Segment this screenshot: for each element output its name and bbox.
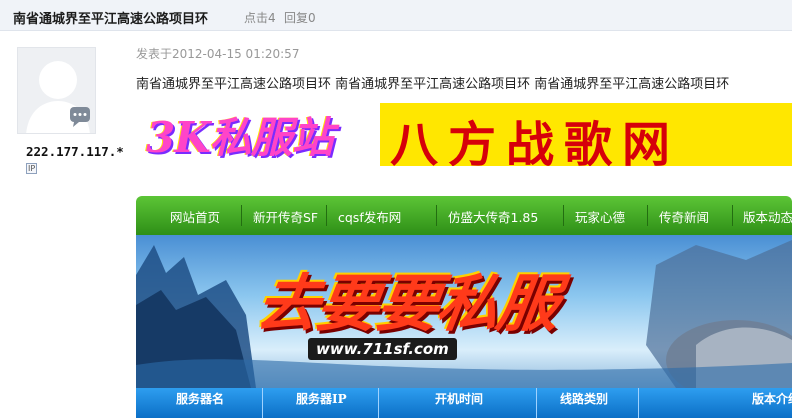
nav-divider	[732, 205, 733, 226]
nav-item-player-notes[interactable]: 玩家心德	[575, 207, 625, 226]
nav-divider	[326, 205, 327, 226]
nav-item-replica[interactable]: 仿盛大传奇1.85	[448, 207, 538, 226]
ad-banner-left[interactable]: 3K私服站	[136, 103, 380, 166]
column-divider	[262, 388, 263, 418]
column-header-line-type: 线路类别	[560, 392, 609, 406]
default-user-icon	[26, 61, 90, 133]
author-name[interactable]: 222.177.117.*	[26, 144, 124, 159]
column-divider	[378, 388, 379, 418]
ip-badge: IP	[26, 163, 38, 174]
click-count: 点击4	[244, 11, 276, 25]
nav-divider	[436, 205, 437, 226]
thread-header: 南省通城界至平江高速公路项目环 点击4 回复0	[0, 0, 792, 31]
hero-banner[interactable]: 去要要私服 www.711sf.com	[136, 235, 792, 388]
nav-item-versions[interactable]: 版本动态	[743, 207, 792, 226]
ad-logo-text: 3K私服站	[146, 113, 334, 162]
column-header-version: 版本介绍	[752, 392, 792, 406]
server-table-header: 服务器名 服务器IP 开机时间 线路类别 版本介绍	[136, 388, 792, 418]
site-nav: 网站首页 新开传奇SF cqsf发布网 仿盛大传奇1.85 玩家心德 传奇新闻 …	[136, 196, 792, 235]
nav-divider	[647, 205, 648, 226]
thread-title[interactable]: 南省通城界至平江高速公路项目环	[13, 8, 208, 27]
nav-item-home[interactable]: 网站首页	[170, 207, 220, 226]
nav-divider	[241, 205, 242, 226]
post-time: 发表于2012-04-15 01:20:57	[136, 47, 300, 61]
post-content: 南省通城界至平江高速公路项目环 南省通城界至平江高速公路项目环 南省通城界至平江…	[136, 77, 730, 92]
column-header-open-time: 开机时间	[435, 392, 484, 406]
column-header-server-ip: 服务器IP	[296, 392, 347, 406]
reply-count: 回复0	[284, 11, 316, 25]
nav-item-new-sf[interactable]: 新开传奇SF	[253, 207, 318, 226]
hero-url[interactable]: www.711sf.com	[308, 338, 457, 360]
nav-item-news[interactable]: 传奇新闻	[659, 207, 709, 226]
nav-item-cqsf[interactable]: cqsf发布网	[338, 207, 401, 226]
ad-banner[interactable]: 3K私服站 八方战歌网	[136, 103, 792, 166]
avatar[interactable]	[17, 47, 96, 134]
ad-game-text: 八方战歌网	[390, 117, 681, 166]
hero-title: 去要要私服	[252, 267, 563, 340]
column-header-server-name: 服务器名	[176, 392, 225, 406]
nav-divider	[563, 205, 564, 226]
column-divider	[638, 388, 639, 418]
ad-banner-right[interactable]: 八方战歌网	[380, 103, 792, 166]
column-divider	[536, 388, 537, 418]
